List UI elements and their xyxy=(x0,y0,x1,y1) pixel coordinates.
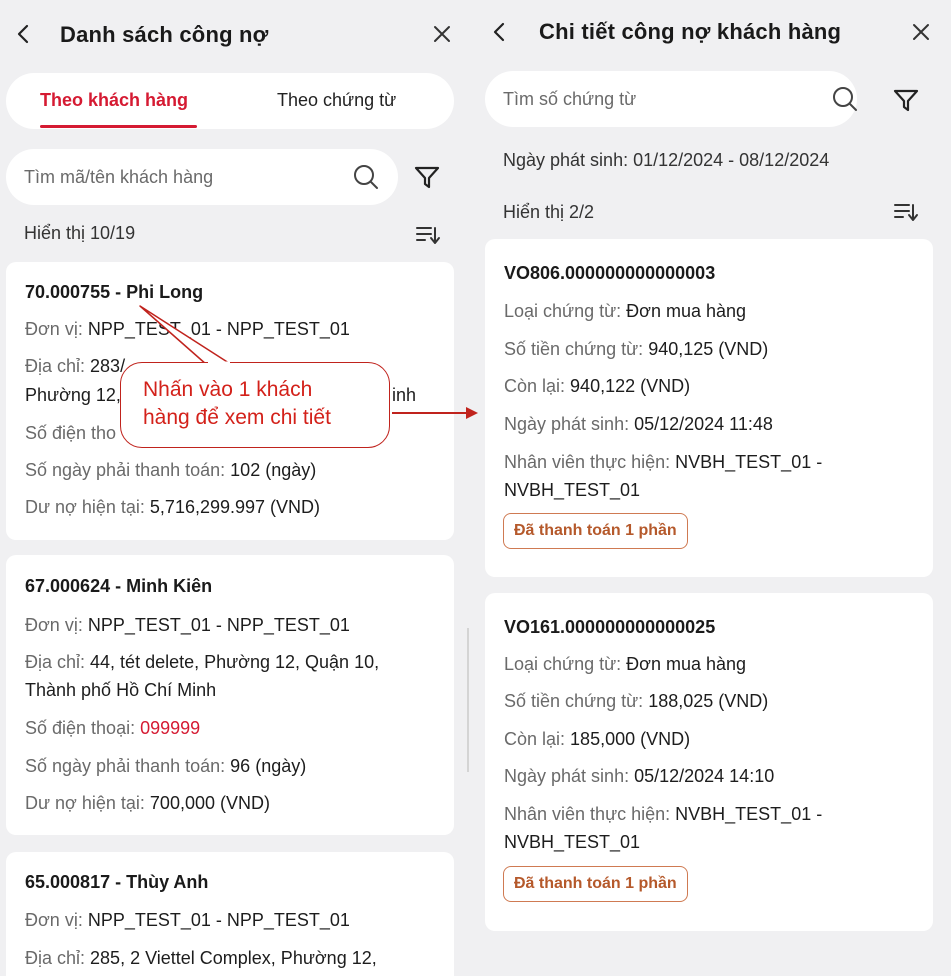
callout-pointer xyxy=(139,305,478,419)
callout-text: Nhấn vào 1 khách hàng để xem chi tiết xyxy=(143,378,331,429)
instruction-callout: Nhấn vào 1 khách hàng để xem chi tiết xyxy=(120,362,390,448)
